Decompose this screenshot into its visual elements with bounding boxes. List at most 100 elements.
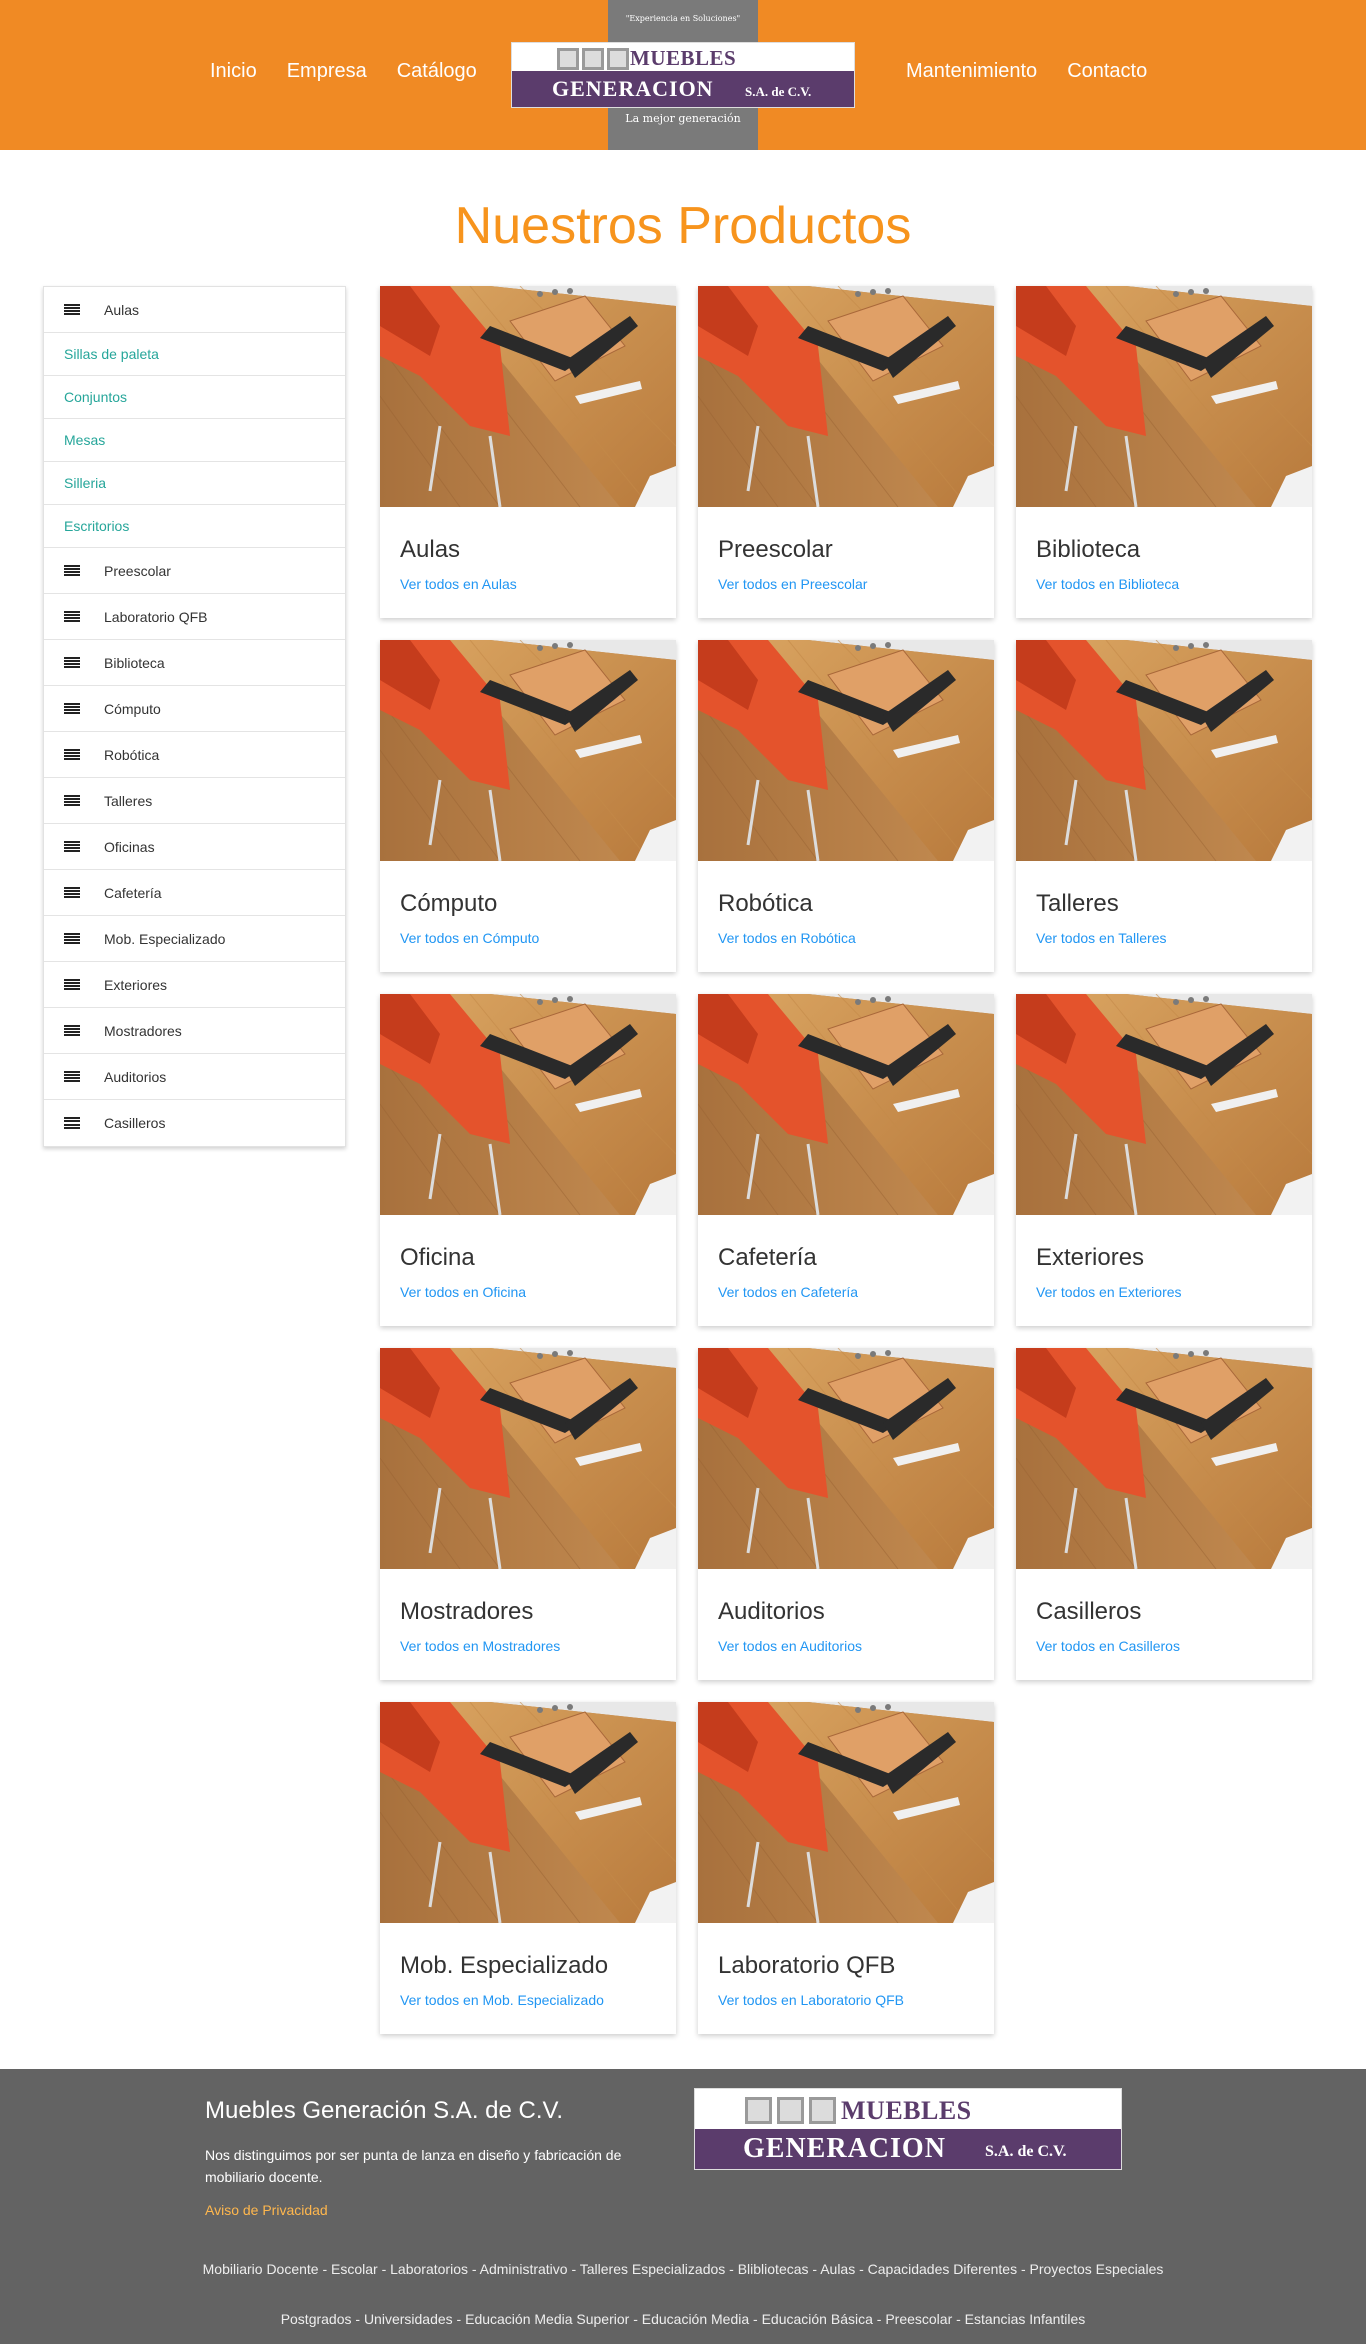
product-image[interactable] [1016, 640, 1312, 861]
nav-contacto-link[interactable]: Contacto [1067, 60, 1147, 83]
product-card[interactable]: Talleres Ver todos en Talleres [1016, 640, 1312, 972]
sidebar-category[interactable]: Biblioteca [44, 640, 345, 686]
footer-levels-line: Postgrados - Universidades - Educación M… [280, 2311, 1086, 2327]
sidebar-item-label: Talleres [104, 792, 153, 809]
product-card[interactable]: Auditorios Ver todos en Auditorios [698, 1348, 994, 1680]
product-image[interactable] [380, 1702, 676, 1923]
product-see-all-link[interactable]: Ver todos en Talleres [1036, 930, 1167, 946]
sidebar-category[interactable]: Auditorios [44, 1054, 345, 1100]
sidebar-item-label: Biblioteca [104, 654, 165, 671]
logo-square-icon [745, 2097, 772, 2124]
product-see-all-link[interactable]: Ver todos en Auditorios [718, 1638, 862, 1654]
product-see-all-link[interactable]: Ver todos en Aulas [400, 576, 517, 592]
list-icon [64, 932, 80, 945]
sidebar-category[interactable]: Mob. Especializado [44, 916, 345, 962]
product-see-all-link[interactable]: Ver todos en Robótica [718, 930, 856, 946]
sidebar-subcategory[interactable]: Mesas [44, 419, 345, 462]
product-image[interactable] [698, 1348, 994, 1569]
sidebar-subcategory[interactable]: Conjuntos [44, 376, 345, 419]
product-image[interactable] [380, 1348, 676, 1569]
product-card[interactable]: Casilleros Ver todos en Casilleros [1016, 1348, 1312, 1680]
nav-inicio-link[interactable]: Inicio [210, 60, 257, 83]
logo-bottom-band: GENERACION S.A. de C.V. [512, 71, 854, 107]
product-image[interactable] [698, 1702, 994, 1923]
sidebar-item-label: Laboratorio QFB [104, 608, 208, 625]
sidebar-category[interactable]: Laboratorio QFB [44, 594, 345, 640]
page-title: Nuestros Productos [454, 197, 912, 255]
product-title: Preescolar [718, 536, 833, 563]
logo-word-sa: S.A. de C.V. [985, 2143, 1067, 2160]
product-card[interactable]: Biblioteca Ver todos en Biblioteca [1016, 286, 1312, 618]
product-see-all-link[interactable]: Ver todos en Oficina [400, 1284, 526, 1300]
nav-empresa-link[interactable]: Empresa [287, 60, 367, 83]
sidebar-category[interactable]: Exteriores [44, 962, 345, 1008]
product-image[interactable] [1016, 1348, 1312, 1569]
list-icon [64, 1117, 80, 1129]
product-card[interactable]: Cómputo Ver todos en Cómputo [380, 640, 676, 972]
product-see-all-link[interactable]: Ver todos en Biblioteca [1036, 576, 1179, 592]
sidebar-category[interactable]: Preescolar [44, 548, 345, 594]
product-card[interactable]: Oficina Ver todos en Oficina [380, 994, 676, 1326]
logo-top-band: MUEBLES [695, 2089, 1121, 2131]
product-image[interactable] [1016, 286, 1312, 507]
product-image[interactable] [698, 640, 994, 861]
product-image[interactable] [698, 994, 994, 1215]
product-see-all-link[interactable]: Ver todos en Casilleros [1036, 1638, 1180, 1654]
nav-catalogo-link[interactable]: Catálogo [397, 60, 477, 83]
product-card[interactable]: Cafetería Ver todos en Cafetería [698, 994, 994, 1326]
sidebar-category[interactable]: Aulas [44, 287, 345, 333]
nav-mantenimiento-link[interactable]: Mantenimiento [906, 60, 1037, 83]
list-icon [64, 886, 80, 899]
list-icon [64, 1024, 80, 1037]
product-card[interactable]: Laboratorio QFB Ver todos en Laboratorio … [698, 1702, 994, 2034]
sidebar-category[interactable]: Talleres [44, 778, 345, 824]
sidebar-item-label: Cómputo [104, 700, 161, 717]
logo-word-generacion: GENERACION [743, 2133, 946, 2164]
sidebar-item-label: Auditorios [104, 1068, 167, 1085]
product-card[interactable]: Mostradores Ver todos en Mostradores [380, 1348, 676, 1680]
product-see-all-link[interactable]: Ver todos en Exteriores [1036, 1284, 1182, 1300]
sidebar-subcategory[interactable]: Escritorios [44, 505, 345, 548]
sidebar-category[interactable]: Casilleros [44, 1100, 345, 1146]
product-see-all-link[interactable]: Ver todos en Cafetería [718, 1284, 858, 1300]
logo-word-muebles: MUEBLES [630, 46, 737, 70]
list-icon [64, 564, 80, 577]
product-see-all-link[interactable]: Ver todos en Mob. Especializado [400, 1992, 604, 2008]
product-card[interactable]: Robótica Ver todos en Robótica [698, 640, 994, 972]
sidebar-category[interactable]: Mostradores [44, 1008, 345, 1054]
sidebar-category[interactable]: Cafetería [44, 870, 345, 916]
header-logo[interactable]: MUEBLES GENERACION S.A. de C.V. [511, 42, 855, 108]
product-image[interactable] [380, 640, 676, 861]
product-card[interactable]: Mob. Especializado Ver todos en Mob. Espe… [380, 1702, 676, 2034]
product-see-all-link[interactable]: Ver todos en Preescolar [718, 576, 867, 592]
list-icon [64, 1070, 80, 1083]
product-card[interactable]: Aulas Ver todos en Aulas [380, 286, 676, 618]
sidebar-item-label: Casilleros [104, 1115, 166, 1131]
product-title: Laboratorio QFB [718, 1952, 896, 1979]
sidebar-subcategory[interactable]: Sillas de paleta [44, 333, 345, 376]
product-see-all-link[interactable]: Ver todos en Cómputo [400, 930, 539, 946]
privacy-link[interactable]: Aviso de Privacidad [205, 2202, 328, 2218]
product-image[interactable] [698, 286, 994, 507]
product-image[interactable] [380, 286, 676, 507]
list-icon [64, 794, 80, 807]
logo-square-icon [777, 2097, 804, 2124]
product-see-all-link[interactable]: Ver todos en Mostradores [400, 1638, 560, 1654]
product-image[interactable] [380, 994, 676, 1215]
logo-bottom-band: GENERACION S.A. de C.V. [695, 2129, 1121, 2169]
sidebar-category[interactable]: Cómputo [44, 686, 345, 732]
list-icon [64, 702, 80, 715]
sidebar-item-label: Robótica [104, 746, 160, 763]
sidebar-category[interactable]: Robótica [44, 732, 345, 778]
product-image[interactable] [1016, 994, 1312, 1215]
list-icon [64, 303, 80, 316]
product-title: Casilleros [1036, 1598, 1142, 1625]
product-card[interactable]: Preescolar Ver todos en Preescolar [698, 286, 994, 618]
sidebar-category[interactable]: Oficinas [44, 824, 345, 870]
sidebar-subcategory[interactable]: Silleria [44, 462, 345, 505]
product-title: Oficina [400, 1244, 475, 1271]
product-card[interactable]: Exteriores Ver todos en Exteriores [1016, 994, 1312, 1326]
product-see-all-link[interactable]: Ver todos en Laboratorio QFB [718, 1992, 904, 2008]
product-title: Talleres [1036, 890, 1119, 917]
sidebar-item-label: Conjuntos [64, 389, 128, 405]
